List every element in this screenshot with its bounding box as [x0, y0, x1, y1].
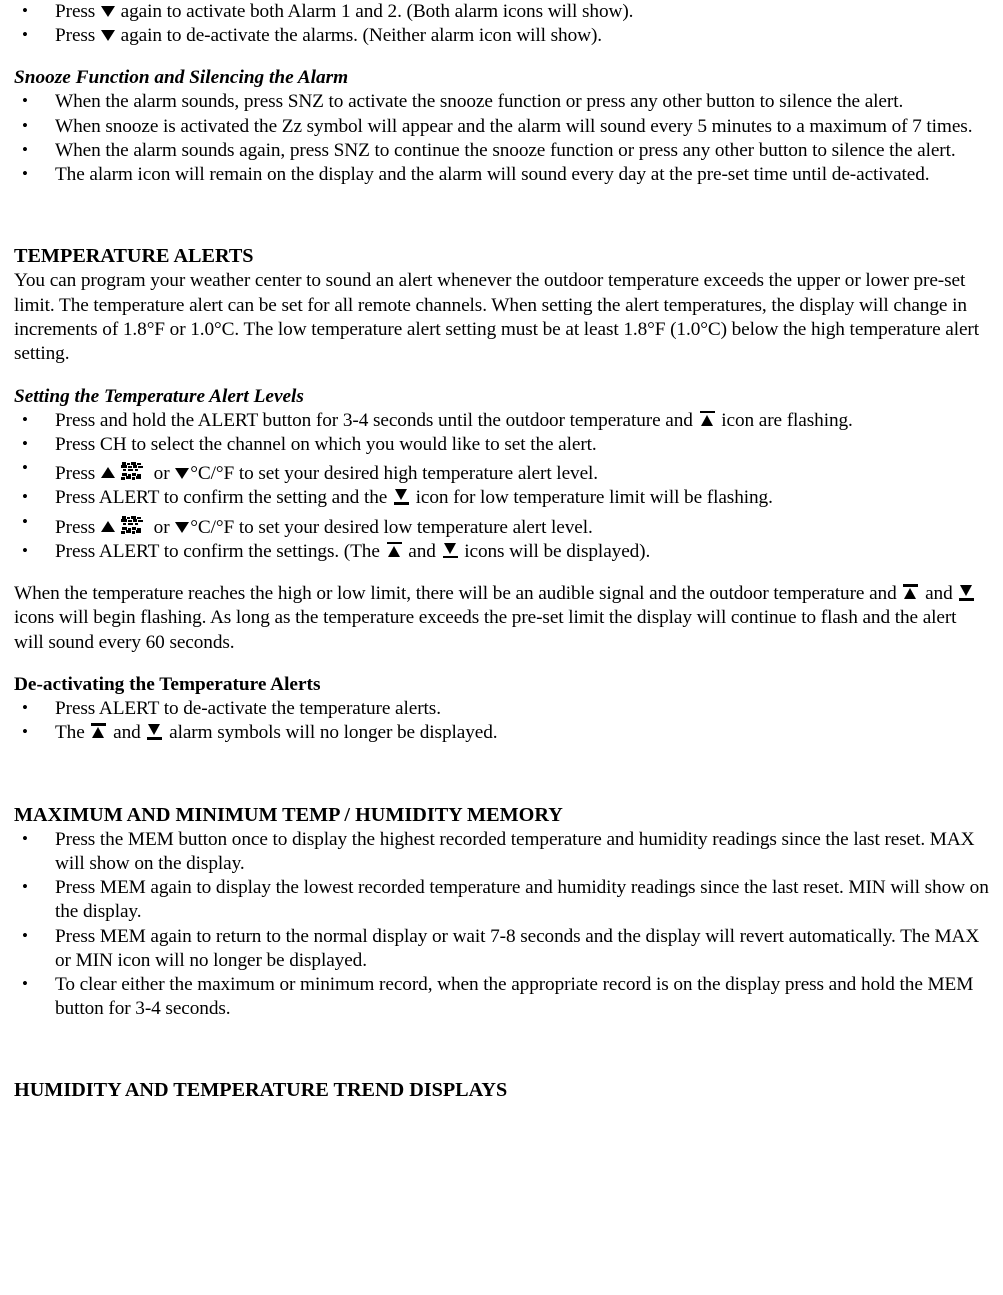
text-run: When the alarm sounds again, press SNZ t…	[55, 139, 956, 161]
section-heading: MAXIMUM AND MINIMUM TEMP / HUMIDITY MEMO…	[14, 803, 563, 826]
text-run: °C/°F to set your desired low temperatur…	[190, 516, 593, 538]
text-run: Press ALERT to confirm the setting and t…	[55, 487, 392, 509]
vertical-spacer	[14, 655, 989, 673]
list-item: The and alarm symbols will no longer be …	[14, 720, 989, 745]
list-item: Press again to activate both Alarm 1 and…	[14, 0, 989, 24]
vertical-spacer	[14, 564, 989, 582]
triangle-down-icon	[100, 3, 115, 18]
list-item: Press CH to select the channel on which …	[14, 432, 989, 457]
bullet-list: When the alarm sounds, press SNZ to acti…	[14, 89, 989, 187]
text-run: The	[55, 722, 90, 744]
list-item: Press MEM again to return to the normal …	[14, 923, 989, 973]
low-temp-alert-icon	[442, 542, 458, 559]
vertical-spacer	[14, 1021, 989, 1078]
text-run: alarm symbols will no longer be displaye…	[164, 722, 498, 744]
vertical-spacer	[14, 48, 989, 66]
text-run: °C/°F to set your desired high temperatu…	[190, 463, 598, 485]
section-heading: TEMPERATURE ALERTS	[14, 245, 254, 268]
text-run: The alarm icon will remain on the displa…	[55, 164, 930, 186]
text-run: When the temperature reaches the high or…	[14, 583, 902, 605]
high-temp-alert-icon	[699, 410, 715, 428]
text-run: and	[920, 583, 958, 605]
text-run: When the alarm sounds, press SNZ to acti…	[55, 91, 904, 113]
bullet-list: Press and hold the ALERT button for 3-4 …	[14, 408, 989, 564]
section-heading: HUMIDITY AND TEMPERATURE TREND DISPLAYS	[14, 1079, 508, 1102]
list-item: Press ALERT to de-activate the temperatu…	[14, 696, 989, 721]
text-run: icon are flashing.	[716, 409, 853, 431]
text-run: and	[403, 540, 441, 562]
text-run: icons will be displayed).	[459, 540, 651, 562]
text-run: again to de-activate the alarms. (Neithe…	[115, 25, 602, 47]
text-run: again to activate both Alarm 1 and 2. (B…	[115, 1, 634, 22]
text-run: and	[108, 722, 146, 744]
list-item: When the alarm sounds again, press SNZ t…	[14, 138, 989, 163]
text-run: You can program your weather center to s…	[14, 270, 979, 365]
text-run: Press the MEM button once to display the…	[55, 828, 975, 874]
text-run: Press CH to select the channel on which …	[55, 434, 597, 456]
text-run: icons will begin flashing. As long as th…	[14, 607, 957, 653]
vertical-spacer	[14, 367, 989, 385]
text-run: Press ALERT to de-activate the temperatu…	[55, 698, 441, 720]
text-run: When snooze is activated the Zz symbol w…	[55, 115, 973, 137]
button-label-bitmap-icon	[120, 461, 146, 483]
list-item: Press and hold the ALERT button for 3-4 …	[14, 408, 989, 433]
text-run: Press ALERT to confirm the settings. (Th…	[55, 540, 385, 562]
text-run: Press	[55, 25, 100, 47]
low-temp-alert-icon	[959, 584, 975, 601]
low-temp-alert-icon	[147, 723, 163, 740]
paragraph: You can program your weather center to s…	[14, 269, 989, 367]
high-temp-alert-icon	[903, 584, 919, 601]
list-item: Press or °C/°F to set your desired low t…	[14, 510, 989, 540]
list-item: To clear either the maximum or minimum r…	[14, 972, 989, 1021]
triangle-up-icon	[100, 465, 115, 480]
triangle-down-icon	[100, 27, 115, 42]
vertical-spacer	[14, 187, 989, 244]
sub-heading: Setting the Temperature Alert Levels	[14, 385, 304, 407]
text-run: Press	[55, 1, 100, 22]
sub-heading: Snooze Function and Silencing the Alarm	[14, 67, 349, 89]
text-run: icon for low temperature limit will be f…	[410, 487, 773, 509]
triangle-up-icon	[100, 519, 115, 534]
high-temp-alert-icon	[91, 723, 107, 740]
triangle-down-icon	[175, 465, 190, 480]
text-run: To clear either the maximum or minimum r…	[55, 973, 974, 1020]
text-run: Press MEM again to return to the normal …	[55, 925, 980, 971]
text-run: Press MEM again to display the lowest re…	[55, 877, 989, 923]
document-page: Press again to activate both Alarm 1 and…	[0, 0, 1003, 1295]
document-body: Press again to activate both Alarm 1 and…	[0, 0, 1003, 1103]
list-item: The alarm icon will remain on the displa…	[14, 162, 989, 187]
text-run: Press	[55, 516, 100, 538]
high-temp-alert-icon	[386, 541, 402, 559]
list-item: Press again to de-activate the alarms. (…	[14, 23, 989, 48]
bullet-list: Press the MEM button once to display the…	[14, 827, 989, 1022]
button-label-bitmap-icon	[120, 515, 146, 537]
text-run: Press	[55, 463, 100, 485]
bullet-list: Press ALERT to de-activate the temperatu…	[14, 696, 989, 745]
list-item: Press ALERT to confirm the setting and t…	[14, 485, 989, 510]
triangle-down-icon	[175, 519, 190, 534]
list-item: Press ALERT to confirm the settings. (Th…	[14, 539, 989, 564]
low-temp-alert-icon	[393, 488, 409, 505]
list-item: When snooze is activated the Zz symbol w…	[14, 114, 989, 139]
vertical-spacer	[14, 746, 989, 803]
text-run: or	[148, 463, 175, 485]
list-item: Press MEM again to display the lowest re…	[14, 875, 989, 924]
text-run: or	[148, 516, 175, 538]
list-item: Press or °C/°F to set your desired high …	[14, 456, 989, 486]
list-item: Press the MEM button once to display the…	[14, 827, 989, 876]
sub-heading: De-activating the Temperature Alerts	[14, 674, 321, 696]
text-run: Press and hold the ALERT button for 3-4 …	[55, 409, 698, 431]
bullet-list: Press again to activate both Alarm 1 and…	[14, 0, 989, 48]
paragraph: When the temperature reaches the high or…	[14, 582, 989, 655]
list-item: When the alarm sounds, press SNZ to acti…	[14, 89, 989, 114]
